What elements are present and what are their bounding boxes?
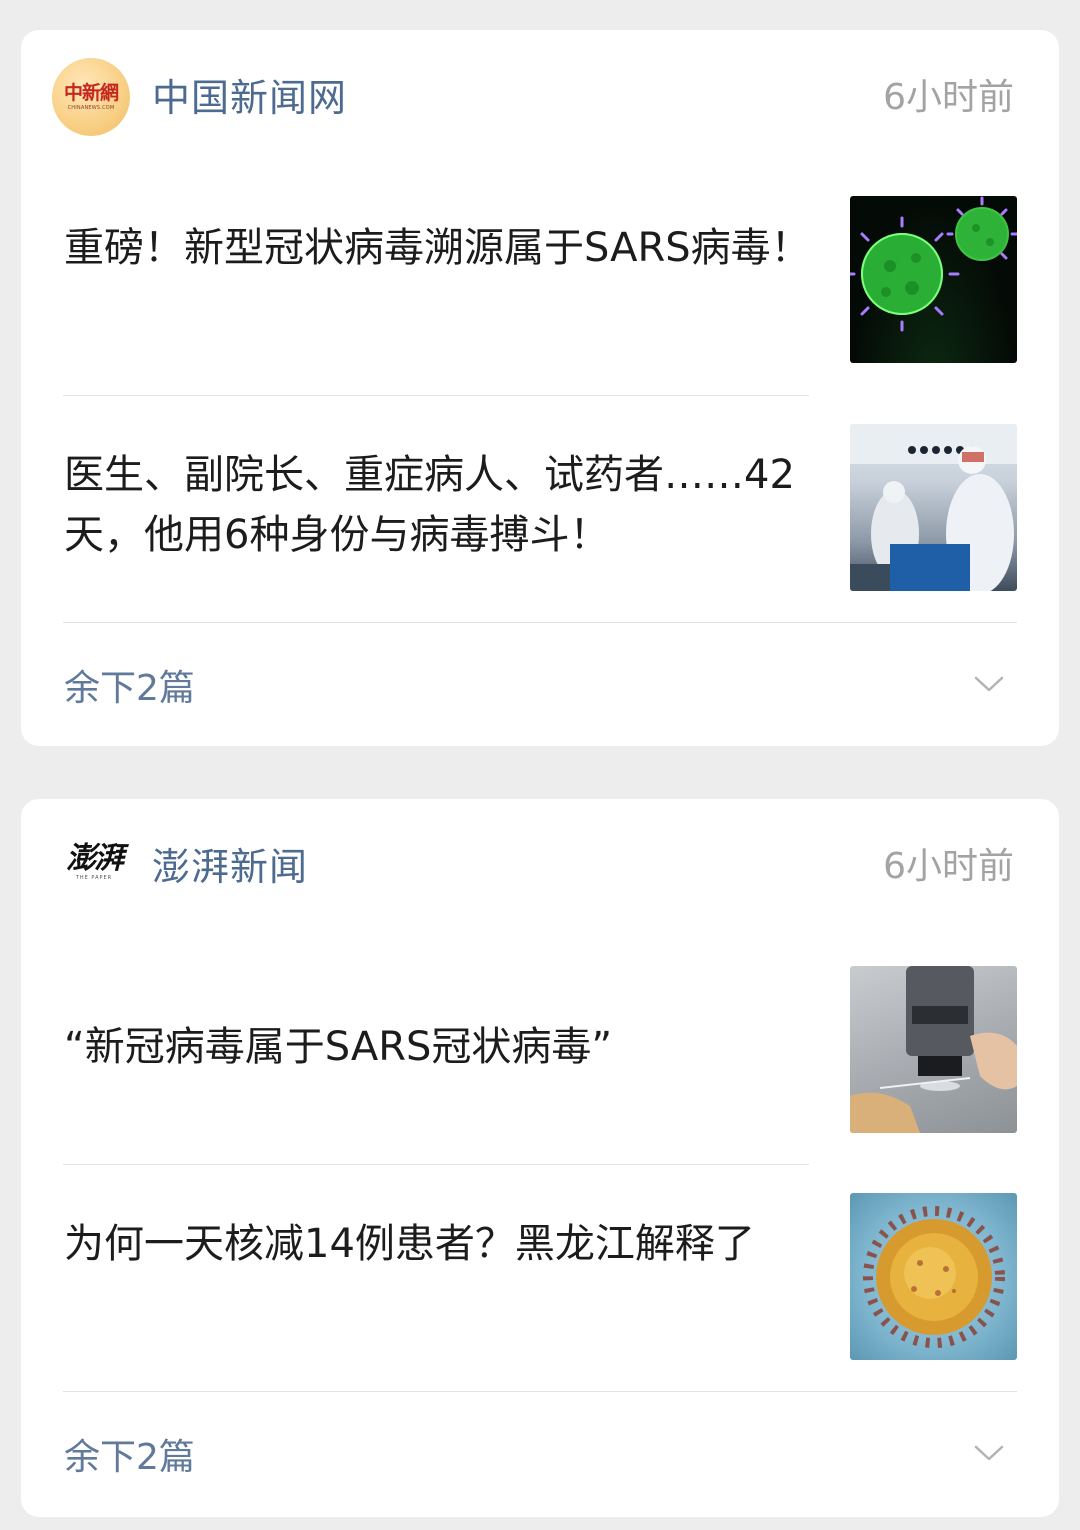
logo-subtext: THE PAPER [75,875,113,881]
chevron-down-icon[interactable] [974,1438,1004,1468]
source-name[interactable]: 澎湃新闻 [152,841,308,893]
microscope-image[interactable] [850,966,1017,1133]
divider [63,1164,809,1165]
divider [63,395,809,396]
divider [63,622,1017,623]
gold-virus-image[interactable] [850,1193,1017,1360]
logo-text: 中新網 [63,82,119,104]
publish-time: 6小时前 [883,77,1014,118]
article-item[interactable]: 医生、副院长、重症病人、试药者……42天，他用6种身份与病毒搏斗！ [21,407,1059,622]
more-articles-label[interactable]: 余下2篇 [64,663,195,715]
logo-subtext: CHINANEWS.COM [67,105,115,111]
article-title[interactable]: “新冠病毒属于SARS冠状病毒” [64,1017,824,1077]
article-item[interactable]: 为何一天核减14例患者？黑龙江解释了 [21,1176,1059,1391]
source-name[interactable]: 中国新闻网 [152,72,347,124]
expand-more-row[interactable]: 余下2篇 [21,1396,1059,1516]
article-item[interactable]: “新冠病毒属于SARS冠状病毒” [21,949,1059,1164]
green-virus-image[interactable] [850,196,1017,363]
chevron-down-icon[interactable] [974,669,1004,699]
divider [63,1391,1017,1392]
expand-more-row[interactable]: 余下2篇 [21,627,1059,746]
publish-time: 6小时前 [883,846,1014,887]
medical-staff-image[interactable] [850,424,1017,591]
article-item[interactable]: 重磅！新型冠状病毒溯源属于SARS病毒！ [21,180,1059,406]
news-card-thepaper: 澎湃 THE PAPER 澎湃新闻 6小时前 “新冠病毒属于SARS冠状病毒” … [21,799,1059,1517]
card-header[interactable]: 澎湃 THE PAPER 澎湃新闻 6小时前 [21,799,1059,949]
article-title[interactable]: 为何一天核减14例患者？黑龙江解释了 [64,1214,824,1274]
chinanews-logo[interactable]: 中新網 CHINANEWS.COM [52,58,130,136]
article-title[interactable]: 重磅！新型冠状病毒溯源属于SARS病毒！ [64,218,824,278]
news-card-chinanews: 中新網 CHINANEWS.COM 中国新闻网 6小时前 重磅！新型冠状病毒溯源… [21,30,1059,746]
logo-text: 澎湃 [66,841,124,876]
thepaper-logo[interactable]: 澎湃 THE PAPER [56,841,132,889]
article-title[interactable]: 医生、副院长、重症病人、试药者……42天，他用6种身份与病毒搏斗！ [64,445,824,565]
card-header[interactable]: 中新網 CHINANEWS.COM 中国新闻网 6小时前 [21,30,1059,180]
more-articles-label[interactable]: 余下2篇 [64,1432,195,1484]
